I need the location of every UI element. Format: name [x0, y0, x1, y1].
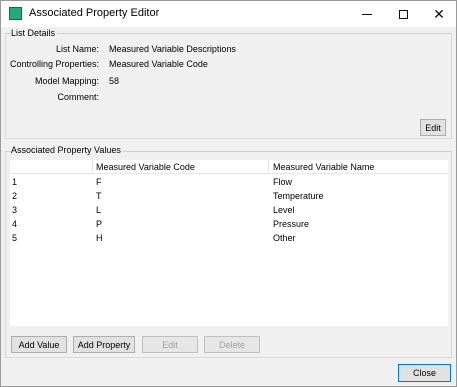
table-row[interactable]: 4 P Pressure: [10, 217, 448, 231]
column-header-code[interactable]: Measured Variable Code: [96, 162, 195, 172]
add-value-button[interactable]: Add Value: [11, 336, 67, 353]
window-title: Associated Property Editor: [29, 7, 160, 19]
maximize-button[interactable]: [386, 1, 420, 27]
grid-header: Measured Variable Code Measured Variable…: [10, 160, 448, 174]
close-button[interactable]: Close: [398, 364, 451, 382]
associated-property-editor-window: Associated Property Editor ✕ List Detail…: [0, 0, 457, 387]
row-name[interactable]: Level: [273, 205, 295, 215]
row-name[interactable]: Flow: [273, 177, 292, 187]
app-icon: [9, 7, 22, 20]
table-row[interactable]: 1 F Flow: [10, 175, 448, 189]
row-index: 1: [12, 177, 18, 187]
row-code[interactable]: P: [96, 219, 102, 229]
controlling-properties-label: Controlling Properties:: [9, 59, 99, 69]
maximize-icon: [398, 9, 408, 19]
model-mapping-label: Model Mapping:: [34, 76, 99, 86]
list-name-value: Measured Variable Descriptions: [109, 44, 236, 54]
row-code[interactable]: F: [96, 177, 102, 187]
table-row[interactable]: 5 H Other: [10, 231, 448, 245]
table-row[interactable]: 3 L Level: [10, 203, 448, 217]
list-details-title: List Details: [11, 28, 58, 38]
property-values-title: Associated Property Values: [11, 145, 123, 155]
row-name[interactable]: Temperature: [273, 191, 324, 201]
row-code[interactable]: L: [96, 205, 101, 215]
list-name-label: List Name:: [55, 44, 99, 54]
edit-value-button[interactable]: Edit: [142, 336, 198, 353]
model-mapping-value: 58: [109, 76, 120, 86]
minimize-icon: [362, 13, 372, 15]
row-code[interactable]: H: [96, 233, 103, 243]
minimize-button[interactable]: [350, 1, 384, 27]
row-name[interactable]: Pressure: [273, 219, 309, 229]
column-header-name[interactable]: Measured Variable Name: [273, 162, 374, 172]
comment-label: Comment:: [57, 92, 99, 102]
table-row[interactable]: 2 T Temperature: [10, 189, 448, 203]
controlling-properties-value: Measured Variable Code: [109, 59, 208, 69]
row-index: 4: [12, 219, 18, 229]
column-separator[interactable]: [268, 160, 269, 174]
delete-value-button[interactable]: Delete: [204, 336, 260, 353]
row-index: 5: [12, 233, 18, 243]
close-icon: ✕: [433, 6, 445, 22]
row-index: 3: [12, 205, 18, 215]
edit-details-button[interactable]: Edit: [420, 119, 446, 136]
row-code[interactable]: T: [96, 191, 102, 201]
title-bar[interactable]: Associated Property Editor ✕: [1, 1, 456, 27]
property-values-grid[interactable]: Measured Variable Code Measured Variable…: [10, 160, 448, 326]
close-window-button[interactable]: ✕: [422, 1, 456, 27]
add-property-button[interactable]: Add Property: [73, 336, 135, 353]
row-name[interactable]: Other: [273, 233, 296, 243]
column-separator[interactable]: [92, 160, 93, 174]
row-index: 2: [12, 191, 18, 201]
